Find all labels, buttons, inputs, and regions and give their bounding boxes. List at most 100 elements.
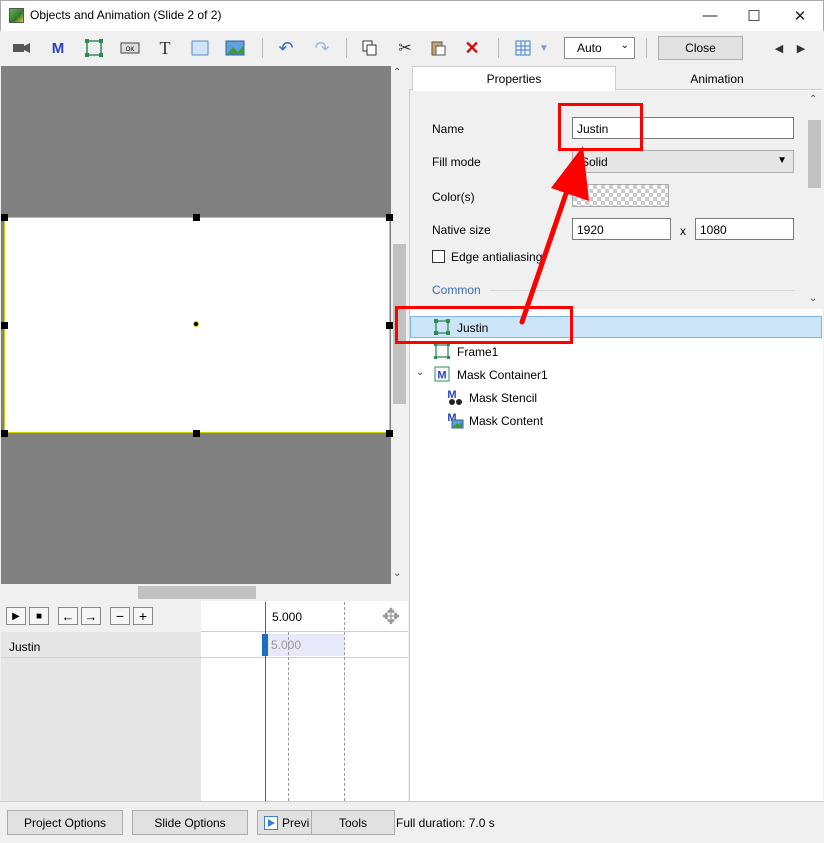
window-title: Objects and Animation (Slide 2 of 2): [30, 8, 222, 22]
native-size-label: Native size: [432, 223, 491, 237]
resize-handle[interactable]: [386, 430, 393, 437]
play-icon[interactable]: ▶: [6, 607, 26, 625]
svg-text:OK: OK: [126, 47, 135, 53]
native-height-field[interactable]: 1080: [695, 218, 794, 240]
app-icon: [9, 8, 24, 23]
fill-mode-value: Solid: [581, 155, 608, 169]
image-frame-icon[interactable]: [188, 36, 212, 60]
tree-item-label: Frame1: [457, 345, 499, 359]
scrollbar-thumb[interactable]: [138, 586, 256, 599]
tree-item-label: Mask Content: [469, 414, 544, 428]
grid-icon[interactable]: [511, 36, 535, 60]
name-label: Name: [432, 122, 465, 136]
zoom-select[interactable]: Auto ⌄: [564, 37, 635, 59]
color-swatch[interactable]: [572, 184, 669, 207]
toolbar-separator: [262, 38, 263, 58]
step-back-icon[interactable]: ←: [58, 607, 78, 625]
edge-antialiasing-checkbox[interactable]: [432, 250, 445, 263]
project-options-button[interactable]: Project Options: [7, 810, 123, 835]
native-size-separator: x: [680, 224, 686, 238]
scroll-down-icon[interactable]: ⌄: [393, 568, 401, 579]
previous-slide-icon[interactable]: ◀: [767, 36, 791, 60]
timeline-row-label[interactable]: Justin: [9, 640, 40, 654]
rectangle-icon[interactable]: [82, 36, 106, 60]
slide-options-button[interactable]: Slide Options: [132, 810, 248, 835]
mask-container-icon[interactable]: M: [46, 36, 70, 60]
mask-stencil-icon: M: [446, 388, 462, 405]
scroll-down-icon[interactable]: ⌄: [809, 293, 817, 304]
properties-scrollbar[interactable]: [806, 91, 823, 309]
tools-label: Tools: [338, 815, 367, 830]
common-section-label: Common: [432, 283, 481, 297]
text-icon[interactable]: T: [153, 36, 177, 60]
timeline-bar-label: 5.000: [271, 638, 302, 652]
mask-container-icon: M: [434, 366, 450, 382]
stop-icon[interactable]: ■: [29, 607, 49, 625]
redo-icon[interactable]: ↷: [310, 36, 334, 60]
step-forward-icon[interactable]: →: [81, 607, 101, 625]
annotation-highlight-tree-item: [395, 306, 573, 344]
timeline-keyframe-marker[interactable]: [262, 634, 268, 656]
tab-animation[interactable]: Animation: [617, 68, 817, 90]
tab-properties[interactable]: Properties: [412, 66, 616, 91]
toolbar-separator: [346, 38, 347, 58]
resize-handle[interactable]: [193, 214, 200, 221]
scroll-up-icon[interactable]: ⌃: [393, 67, 401, 78]
grid-dropdown-icon[interactable]: ▼: [537, 36, 551, 60]
tree-item-label: Mask Stencil: [469, 391, 538, 405]
frame-icon: [434, 343, 450, 359]
move-icon[interactable]: ✥: [377, 603, 405, 631]
resize-handle[interactable]: [1, 214, 8, 221]
picture-icon[interactable]: [223, 36, 247, 60]
resize-handle[interactable]: [386, 214, 393, 221]
close-window-button[interactable]: ✕: [777, 0, 823, 31]
timeline-row-divider: [1, 657, 408, 658]
timeline-playhead[interactable]: [265, 602, 266, 801]
native-width-value: 1920: [577, 223, 604, 237]
scroll-up-icon[interactable]: ⌃: [809, 94, 817, 105]
expand-chevron-icon[interactable]: ⌄: [416, 367, 424, 378]
play-icon: [264, 815, 278, 830]
canvas-horizontal-scrollbar[interactable]: [1, 584, 391, 601]
resize-handle[interactable]: [1, 322, 8, 329]
maximize-button[interactable]: ☐: [731, 0, 777, 31]
copy-icon[interactable]: [358, 36, 382, 60]
fill-mode-label: Fill mode: [432, 155, 481, 169]
zoom-select-value: Auto: [577, 41, 602, 55]
zoom-out-icon[interactable]: −: [110, 607, 130, 625]
minimize-button[interactable]: —: [687, 0, 733, 31]
preview-label: Previ: [282, 815, 310, 830]
undo-icon[interactable]: ↶: [274, 36, 298, 60]
tree-item-label: Mask Container1: [457, 368, 548, 382]
tab-properties-label: Properties: [486, 72, 542, 86]
slide-options-label: Slide Options: [154, 815, 226, 830]
project-options-label: Project Options: [23, 815, 107, 830]
next-slide-icon[interactable]: ▶: [789, 36, 813, 60]
edge-antialiasing-label[interactable]: Edge antialiasing: [451, 250, 542, 264]
tab-animation-label: Animation: [690, 72, 744, 86]
colors-label: Color(s): [432, 190, 475, 204]
native-width-field[interactable]: 1920: [572, 218, 671, 240]
paste-icon[interactable]: [426, 36, 450, 60]
close-button[interactable]: Close: [658, 36, 743, 60]
delete-icon[interactable]: ✕: [460, 36, 484, 60]
tools-button[interactable]: Tools: [311, 810, 395, 835]
cut-icon[interactable]: ✂: [393, 36, 417, 60]
resize-handle[interactable]: [193, 430, 200, 437]
fill-mode-select[interactable]: Solid ▼: [572, 150, 794, 173]
scrollbar-thumb[interactable]: [808, 120, 821, 188]
center-handle[interactable]: [193, 321, 199, 327]
camera-icon[interactable]: [10, 36, 34, 60]
button-object-icon[interactable]: OK: [118, 36, 142, 60]
zoom-in-icon[interactable]: +: [133, 607, 153, 625]
resize-handle[interactable]: [1, 430, 8, 437]
timeline-time-label: 5.000: [272, 610, 303, 624]
close-button-label: Close: [685, 41, 716, 55]
native-height-value: 1080: [700, 223, 727, 237]
toolbar-separator: [646, 38, 647, 58]
preview-button[interactable]: Previ: [257, 810, 317, 835]
section-divider: [490, 290, 795, 291]
mask-content-icon: M: [446, 411, 464, 429]
resize-handle[interactable]: [386, 322, 393, 329]
dropdown-arrow-icon: ▼: [777, 155, 787, 166]
